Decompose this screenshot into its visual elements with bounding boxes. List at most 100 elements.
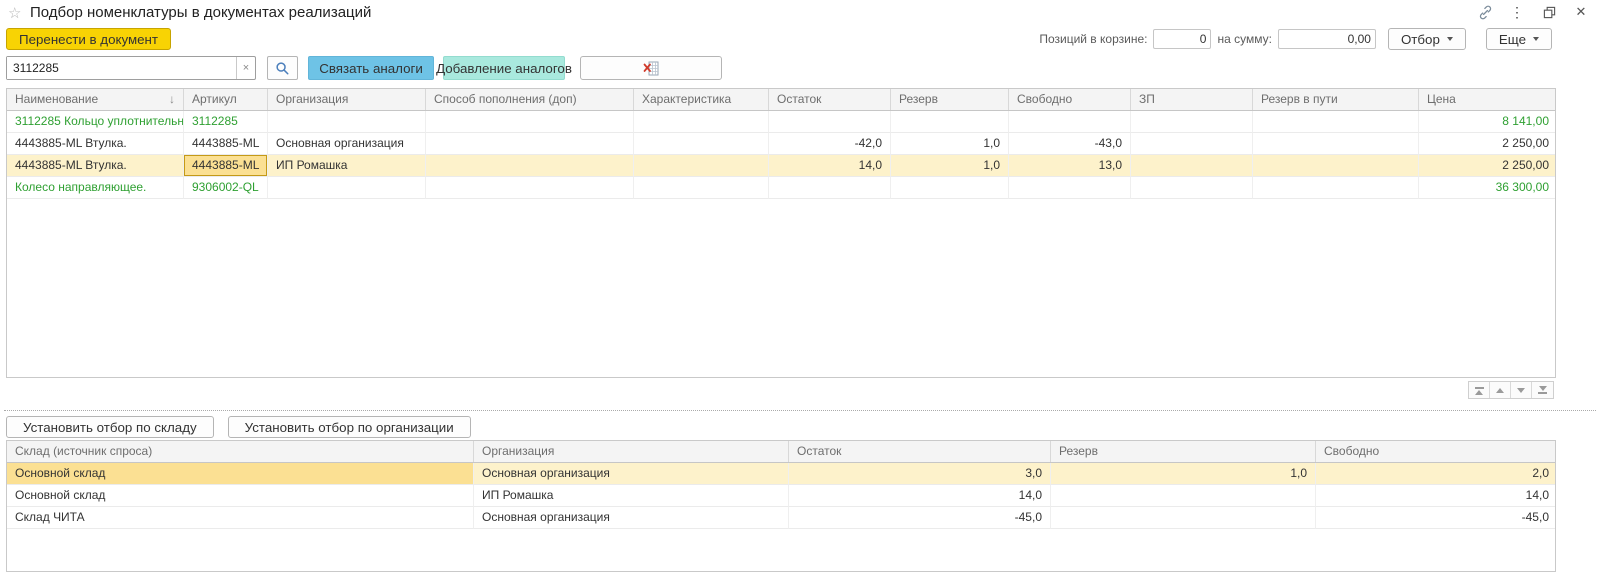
table-cell[interactable] xyxy=(1131,133,1253,155)
table-cell[interactable]: -42,0 xyxy=(769,133,891,155)
table-cell[interactable]: 1,0 xyxy=(891,155,1009,177)
table-cell[interactable]: Основная организация xyxy=(474,463,789,485)
table-cell[interactable]: 4443885-ML Втулка. xyxy=(7,133,184,155)
table-cell[interactable] xyxy=(634,111,769,133)
table-cell[interactable]: 2 250,00 xyxy=(1419,133,1556,155)
column-header[interactable]: Наименование↓ xyxy=(7,89,184,110)
table-cell[interactable] xyxy=(426,133,634,155)
column-header[interactable]: Склад (источник спроса) xyxy=(7,441,474,462)
column-header[interactable]: Остаток xyxy=(789,441,1051,462)
more-dropdown-button[interactable]: Еще xyxy=(1486,28,1552,50)
table-cell[interactable] xyxy=(426,111,634,133)
table-cell[interactable]: 36 300,00 xyxy=(1419,177,1556,199)
table-cell[interactable]: 8 141,00 xyxy=(1419,111,1556,133)
column-header[interactable]: Резерв xyxy=(1051,441,1316,462)
set-warehouse-filter-button[interactable]: Установить отбор по складу xyxy=(6,416,214,438)
table-cell[interactable] xyxy=(268,177,426,199)
table-cell[interactable] xyxy=(426,177,634,199)
set-organization-filter-button[interactable]: Установить отбор по организации xyxy=(228,416,471,438)
table-cell[interactable] xyxy=(1009,111,1131,133)
link-analogs-button[interactable]: Связать аналоги xyxy=(308,56,434,80)
table-row[interactable]: Основной складИП Ромашка14,014,0 xyxy=(7,485,1555,507)
table-cell[interactable]: -43,0 xyxy=(1009,133,1131,155)
table-cell[interactable]: Основная организация xyxy=(268,133,426,155)
cart-positions-input[interactable] xyxy=(1153,29,1211,49)
table-cell[interactable] xyxy=(1253,111,1419,133)
export-excel-button[interactable] xyxy=(580,56,722,80)
favorite-star-icon[interactable]: ☆ xyxy=(8,4,21,22)
scroll-up-icon[interactable] xyxy=(1490,382,1511,398)
table-cell[interactable] xyxy=(1131,111,1253,133)
cart-sum-input[interactable] xyxy=(1278,29,1376,49)
table-cell[interactable] xyxy=(634,133,769,155)
table-cell[interactable]: 1,0 xyxy=(891,133,1009,155)
form-splitter[interactable] xyxy=(4,410,1596,411)
close-icon[interactable]: ✕ xyxy=(1572,3,1590,21)
table-cell[interactable]: 14,0 xyxy=(769,155,891,177)
table-cell[interactable] xyxy=(891,111,1009,133)
table-cell[interactable]: 1,0 xyxy=(1051,463,1316,485)
table-cell[interactable]: 3112285 Кольцо уплотнительное xyxy=(7,111,184,133)
clear-search-icon[interactable]: × xyxy=(236,57,255,79)
search-button[interactable] xyxy=(267,56,298,80)
table-cell[interactable] xyxy=(634,155,769,177)
table-cell[interactable] xyxy=(1253,155,1419,177)
table-cell[interactable]: 3112285 xyxy=(184,111,268,133)
column-header[interactable]: Способ пополнения (доп) xyxy=(426,89,634,110)
table-cell[interactable] xyxy=(769,111,891,133)
table-cell[interactable]: 2 250,00 xyxy=(1419,155,1556,177)
table-cell[interactable]: 2,0 xyxy=(1316,463,1556,485)
column-header[interactable]: Резерв в пути xyxy=(1253,89,1419,110)
scroll-down-icon[interactable] xyxy=(1511,382,1532,398)
column-header[interactable]: Резерв xyxy=(891,89,1009,110)
table-cell[interactable]: ИП Ромашка xyxy=(474,485,789,507)
table-cell[interactable]: Основной склад xyxy=(7,463,474,485)
table-cell[interactable]: 4443885-ML Втулка. xyxy=(7,155,184,177)
scroll-top-icon[interactable] xyxy=(1469,382,1490,398)
filter-dropdown-button[interactable]: Отбор xyxy=(1388,28,1466,50)
column-header[interactable]: Артикул xyxy=(184,89,268,110)
table-cell[interactable]: -45,0 xyxy=(789,507,1051,529)
add-analogs-button[interactable]: Добавление аналогов xyxy=(443,56,565,80)
table-cell[interactable]: 3,0 xyxy=(789,463,1051,485)
table-row[interactable]: Склад ЧИТАОсновная организация-45,0-45,0 xyxy=(7,507,1555,529)
table-cell[interactable]: Склад ЧИТА xyxy=(7,507,474,529)
restore-window-icon[interactable] xyxy=(1540,3,1558,21)
table-cell[interactable] xyxy=(1131,177,1253,199)
table-cell[interactable]: 9306002-QL xyxy=(184,177,268,199)
table-cell[interactable]: 14,0 xyxy=(789,485,1051,507)
table-cell[interactable] xyxy=(1009,177,1131,199)
table-cell[interactable] xyxy=(1131,155,1253,177)
column-header[interactable]: Организация xyxy=(474,441,789,462)
table-cell[interactable] xyxy=(1051,507,1316,529)
table-cell[interactable]: 4443885-ML xyxy=(184,155,268,177)
column-header[interactable]: Цена xyxy=(1419,89,1556,110)
table-row[interactable]: 4443885-ML Втулка.4443885-MLОсновная орг… xyxy=(7,133,1555,155)
table-cell[interactable]: ИП Ромашка xyxy=(268,155,426,177)
table-row[interactable]: Основной складОсновная организация3,01,0… xyxy=(7,463,1555,485)
scroll-bottom-icon[interactable] xyxy=(1532,382,1553,398)
table-row[interactable]: Колесо направляющее.9306002-QL 36 300,00 xyxy=(7,177,1555,199)
table-cell[interactable]: -45,0 xyxy=(1316,507,1556,529)
column-header[interactable]: Свободно xyxy=(1316,441,1556,462)
table-cell[interactable] xyxy=(769,177,891,199)
table-row[interactable]: 4443885-ML Втулка.4443885-MLИП Ромашка 14… xyxy=(7,155,1555,177)
column-header[interactable]: Организация xyxy=(268,89,426,110)
table-cell[interactable]: Основная организация xyxy=(474,507,789,529)
column-header[interactable]: Свободно xyxy=(1009,89,1131,110)
table-cell[interactable] xyxy=(1253,177,1419,199)
column-header[interactable]: ЗП xyxy=(1131,89,1253,110)
column-header[interactable]: Характеристика xyxy=(634,89,769,110)
more-vertical-icon[interactable]: ⋮ xyxy=(1508,3,1526,21)
table-cell[interactable] xyxy=(1253,133,1419,155)
table-cell[interactable] xyxy=(1051,485,1316,507)
table-cell[interactable] xyxy=(891,177,1009,199)
table-cell[interactable] xyxy=(268,111,426,133)
link-icon[interactable] xyxy=(1476,3,1494,21)
column-header[interactable]: Остаток xyxy=(769,89,891,110)
table-cell[interactable] xyxy=(634,177,769,199)
table-cell[interactable]: Колесо направляющее. xyxy=(7,177,184,199)
table-cell[interactable] xyxy=(426,155,634,177)
table-cell[interactable]: 14,0 xyxy=(1316,485,1556,507)
table-cell[interactable]: 13,0 xyxy=(1009,155,1131,177)
